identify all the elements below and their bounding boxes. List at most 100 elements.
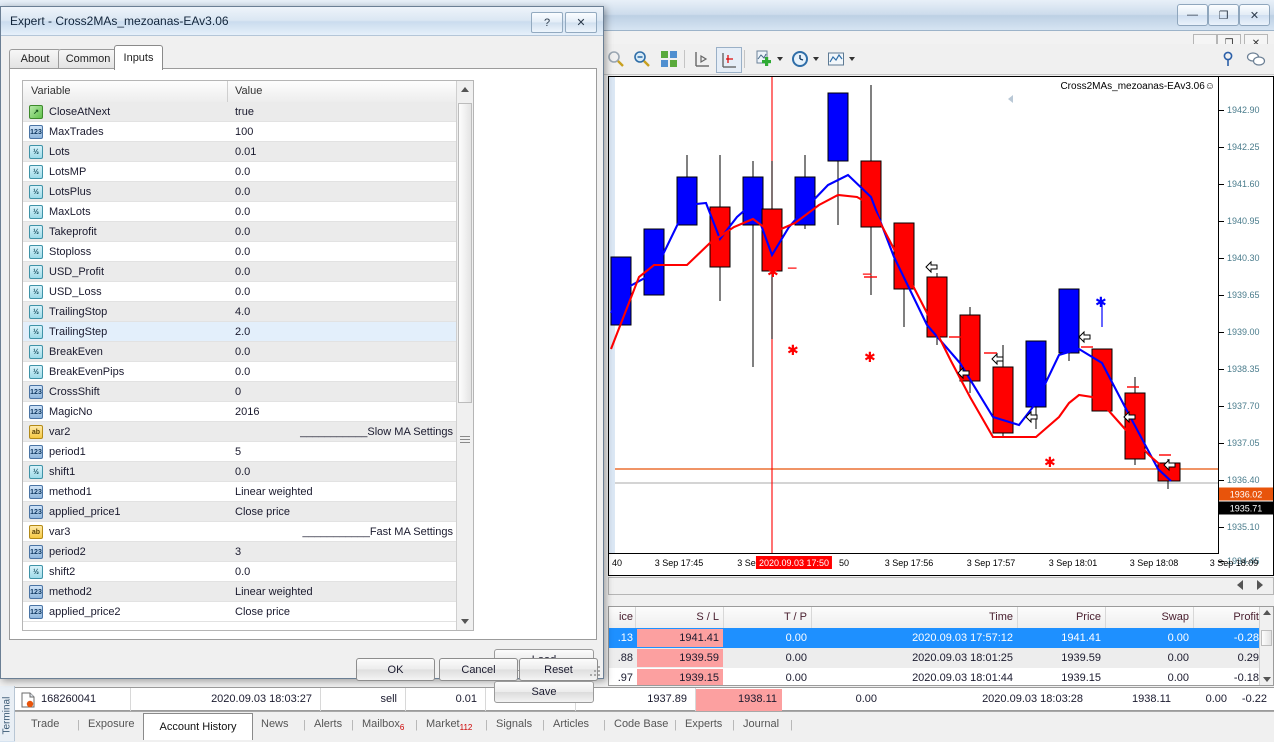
price-axis[interactable]: 1942.90 1942.25 1941.60 1940.95 1940.30 … [1218, 77, 1273, 554]
col-header-price[interactable]: Price [1021, 611, 1101, 623]
grid-row[interactable]: ½TrailingStop4.0 [23, 302, 457, 322]
grid-row[interactable]: ↗CloseAtNexttrue [23, 102, 457, 122]
variable-value[interactable]: 0.0 [235, 366, 250, 378]
variable-value[interactable]: 3 [235, 546, 241, 558]
add-indicator-icon[interactable] [752, 47, 776, 71]
variable-value[interactable]: 0.0 [235, 186, 250, 198]
scroll-left-icon[interactable] [1237, 580, 1243, 590]
time-axis[interactable]: 40 3 Sep 17:45 3 Sep 50 2020.09.03 17:50… [609, 553, 1219, 575]
restore-icon[interactable]: ❐ [1208, 4, 1239, 26]
variable-value[interactable]: Close price [235, 506, 290, 518]
chart-horizontal-scrollbar[interactable] [608, 577, 1274, 595]
tab-market[interactable]: Market112 [426, 718, 472, 732]
scroll-up-icon[interactable] [461, 87, 469, 92]
variable-value[interactable]: 0.0 [235, 266, 250, 278]
variable-value[interactable]: 0 [235, 386, 241, 398]
account-history-table[interactable]: ice S / L T / P Time Price Swap Profit .… [608, 606, 1274, 686]
bar-shift-icon[interactable] [690, 47, 714, 71]
col-header-variable[interactable]: Variable [31, 85, 71, 97]
grid-row[interactable]: ½BreakEvenPips0.0 [23, 362, 457, 382]
variable-value[interactable]: 4.0 [235, 306, 250, 318]
variable-value[interactable]: 0.0 [235, 286, 250, 298]
scroll-up-icon[interactable] [1263, 610, 1271, 615]
reset-button[interactable]: Reset [519, 658, 598, 681]
zoom-in-icon[interactable] [604, 47, 628, 71]
search-icon[interactable] [1218, 47, 1242, 71]
grid-row[interactable]: 123method2Linear weighted [23, 582, 457, 602]
variable-value[interactable]: true [235, 106, 254, 118]
chat-icon[interactable] [1244, 47, 1268, 71]
variable-value[interactable]: 0.0 [235, 346, 250, 358]
chart-grid-icon[interactable] [657, 47, 681, 71]
table-vertical-scrollbar[interactable] [1259, 607, 1273, 685]
grid-row[interactable]: 123MaxTrades100 [23, 122, 457, 142]
terminal-tabbar[interactable]: Trade | Exposure Account History News | … [15, 711, 1274, 742]
variable-value[interactable]: 0.0 [235, 226, 250, 238]
dialog-tabs[interactable]: About Common Inputs [9, 45, 597, 68]
inputs-grid[interactable]: Variable Value ↗CloseAtNexttrue123MaxTra… [22, 80, 474, 631]
price-chart[interactable]: Cross2MAs_mezoanas-EAv3.06☺ [608, 76, 1274, 576]
templates-icon[interactable] [824, 47, 848, 71]
chart-plot-area[interactable]: ✱ ─ ✱ ✱ ─ ✱ ✱ [609, 77, 1219, 554]
grid-row[interactable]: ½Takeprofit0.0 [23, 222, 457, 242]
close-icon[interactable]: ✕ [565, 12, 597, 33]
grid-row[interactable]: 123MagicNo2016 [23, 402, 457, 422]
grid-row[interactable]: 123period15 [23, 442, 457, 462]
grid-row[interactable]: ½LotsMP0.0 [23, 162, 457, 182]
variable-value[interactable]: 0.0 [235, 206, 250, 218]
col-header-value[interactable]: Value [235, 85, 262, 97]
order-status-row[interactable]: 168260041 2020.09.03 18:03:27 sell 0.01 … [15, 687, 1274, 711]
variable-value[interactable]: Linear weighted [235, 486, 313, 498]
variable-value[interactable]: 2016 [235, 406, 259, 418]
tab-trade[interactable]: Trade [31, 718, 59, 730]
chevron-down-icon[interactable] [777, 57, 783, 61]
tab-about[interactable]: About [9, 49, 61, 68]
tab-signals[interactable]: Signals [496, 718, 532, 730]
tab-account-history[interactable]: Account History [143, 713, 253, 740]
variable-value[interactable]: ___________Fast MA Settings [235, 526, 453, 538]
grid-row[interactable]: 123method1Linear weighted [23, 482, 457, 502]
grid-row[interactable]: ½USD_Profit0.0 [23, 262, 457, 282]
tab-alerts[interactable]: Alerts [314, 718, 342, 730]
help-icon[interactable]: ? [531, 12, 563, 33]
chevron-down-icon[interactable] [813, 57, 819, 61]
variable-value[interactable]: ___________Slow MA Settings [235, 426, 453, 438]
save-button[interactable]: Save [494, 681, 594, 703]
scroll-down-icon[interactable] [1263, 677, 1271, 682]
col-header-sl[interactable]: S / L [639, 611, 719, 623]
scrollbar-thumb[interactable] [458, 103, 472, 403]
variable-value[interactable]: 0.0 [235, 166, 250, 178]
timeframe-icon[interactable] [788, 47, 812, 71]
tab-articles[interactable]: Articles [553, 718, 589, 730]
table-row[interactable]: .13 1941.41 0.00 2020.09.03 17:57:12 194… [609, 628, 1273, 648]
grid-row[interactable]: ½shift10.0 [23, 462, 457, 482]
grid-row[interactable]: abvar3___________Fast MA Settings [23, 522, 457, 542]
resize-grip-icon[interactable] [590, 666, 600, 676]
tab-exposure[interactable]: Exposure [88, 718, 134, 730]
tab-news[interactable]: News [261, 718, 289, 730]
grid-row[interactable]: ½BreakEven0.0 [23, 342, 457, 362]
grid-row[interactable]: abvar2___________Slow MA Settings [23, 422, 457, 442]
grid-row[interactable]: ½LotsPlus0.0 [23, 182, 457, 202]
variable-value[interactable]: 2.0 [235, 326, 250, 338]
grid-row[interactable]: 123applied_price1Close price [23, 502, 457, 522]
variable-value[interactable]: 100 [235, 126, 253, 138]
zoom-out-icon[interactable] [630, 47, 654, 71]
tab-mailbox[interactable]: Mailbox6 [362, 718, 404, 732]
variable-value[interactable]: 0.0 [235, 246, 250, 258]
tab-experts[interactable]: Experts [685, 718, 722, 730]
grid-row[interactable]: 123period23 [23, 542, 457, 562]
close-icon[interactable]: ✕ [1239, 4, 1270, 26]
scroll-right-icon[interactable] [1257, 580, 1263, 590]
variable-value[interactable]: Linear weighted [235, 586, 313, 598]
chevron-down-icon[interactable] [849, 57, 855, 61]
grid-row[interactable]: ½Lots0.01 [23, 142, 457, 162]
variable-value[interactable]: Close price [235, 606, 290, 618]
col-header-profit[interactable]: Profit [1197, 611, 1259, 623]
cancel-button[interactable]: Cancel [439, 658, 518, 681]
variable-value[interactable]: 0.0 [235, 566, 250, 578]
grid-row[interactable]: ½shift20.0 [23, 562, 457, 582]
table-row[interactable]: .88 1939.59 0.00 2020.09.03 18:01:25 193… [609, 648, 1273, 668]
variable-value[interactable]: 0.0 [235, 466, 250, 478]
variable-value[interactable]: 0.01 [235, 146, 256, 158]
